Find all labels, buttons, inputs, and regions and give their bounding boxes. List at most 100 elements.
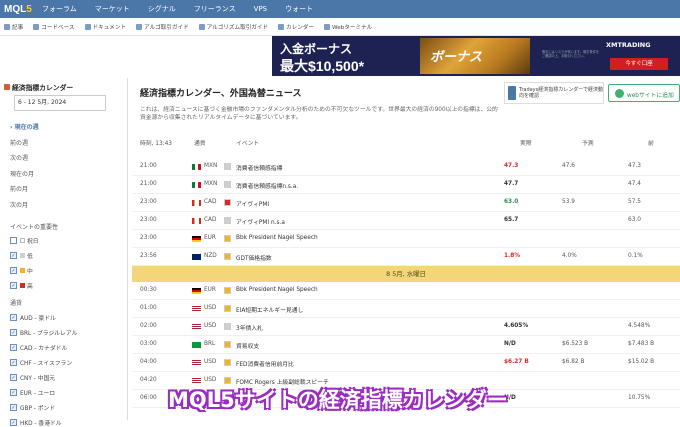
currency-hkd[interactable]: ✓ HKD - 香港ドル (10, 418, 62, 427)
codebase-icon (33, 23, 40, 30)
importance-title: イベントの重要性 (10, 224, 59, 231)
event-name[interactable]: 消費者信頼感指標 (236, 163, 282, 172)
checkbox[interactable]: ✓ (10, 282, 17, 289)
nav-vps[interactable]: VPS (254, 5, 267, 13)
nav-freelance[interactable]: フリーランス (194, 4, 236, 14)
importance-holiday[interactable]: 祝日 (10, 236, 39, 245)
subnav-docs[interactable]: ドキュメント (84, 23, 126, 31)
event-row[interactable]: 03:00 BRL 貿易収支 N/D $6.523 B $7.483 B (132, 336, 680, 354)
importance-label: 低 (27, 254, 33, 260)
event-name[interactable]: 消費者信頼感指標n.s.a. (236, 181, 298, 190)
event-row[interactable]: 21:00 MXN 消費者信頼感指標 47.3 47.6 47.3 (132, 158, 680, 176)
importance-high[interactable]: ✓ 高 (10, 281, 33, 290)
event-time: 04:00 (140, 359, 157, 365)
checkbox[interactable]: ✓ (10, 344, 17, 351)
importance-medium[interactable]: ✓ 中 (10, 266, 33, 275)
banner-line1: 入金ボーナス (280, 42, 353, 56)
event-name[interactable]: アイヴィPMI n.s.a (236, 217, 285, 226)
event-row[interactable]: 23:00 EUR Bbk President Nagel Speech (132, 230, 680, 248)
importance-icon (224, 377, 231, 384)
event-name[interactable]: GDT価格指数 (236, 253, 272, 262)
event-name[interactable]: アイヴィPMI (236, 199, 269, 208)
event-row[interactable]: 23:56 NZD GDT価格指数 1.8% 4.0% 0.1% (132, 248, 680, 266)
banner-brand: XMTRADING (606, 41, 651, 49)
add-to-website-button[interactable]: webサイトに追加 (608, 84, 680, 102)
period-current-month[interactable]: 現在の月 (10, 167, 39, 183)
subnav-algo-guide[interactable]: アルゴ取引ガイド (136, 23, 189, 31)
page-title: 経済指標カレンダー、外国為替ニュース (140, 89, 302, 99)
subnav-calendar[interactable]: カレンダー (278, 23, 314, 31)
period-next-week[interactable]: 次の週 (10, 151, 39, 167)
currency-gbp[interactable]: ✓ GBP - ポンド (10, 403, 55, 412)
event-row[interactable]: 04:00 USD FED消費者信用前月比 $6.27 B $6.82 B $15.02 … (132, 354, 680, 372)
event-time: 23:00 (140, 199, 157, 205)
ad-banner[interactable]: 入金ボーナス 最大$10,500* ボーナス 取引にはリスクが伴います。取引条件… (272, 36, 680, 76)
event-previous: 47.3 (628, 163, 641, 169)
period-prev-month[interactable]: 前の月 (10, 182, 39, 198)
currency-label: BRL - ブラジルレアル (20, 331, 78, 337)
tradays-promo[interactable]: Tradays経済指標カレンダーで経済動向を確認 (504, 82, 604, 104)
checkbox[interactable]: ✓ (10, 329, 17, 336)
checkbox[interactable]: ✓ (10, 419, 17, 426)
event-row[interactable]: 01:00 USD EIA短期エネルギー見通し (132, 300, 680, 318)
event-time: 23:00 (140, 217, 157, 223)
country-flag-icon (192, 164, 201, 170)
checkbox[interactable]: ✓ (10, 374, 17, 381)
event-actual: $6.27 B (504, 359, 529, 365)
checkbox[interactable]: ✓ (10, 267, 17, 274)
checkbox[interactable]: ✓ (10, 389, 17, 396)
currency-cad[interactable]: ✓ CAD - カナダドル (10, 343, 67, 352)
event-previous: 0.1% (628, 253, 643, 259)
period-prev-week[interactable]: 前の週 (10, 136, 39, 152)
subnav-articles[interactable]: 記事 (4, 23, 23, 31)
event-name[interactable]: Bbk President Nagel Speech (236, 287, 318, 293)
subnav-label: 記事 (12, 24, 24, 31)
checkbox[interactable]: ✓ (10, 314, 17, 321)
subnav-algorithm-guide[interactable]: アルゴリズム取引ガイド (198, 23, 268, 31)
importance-swatch (20, 238, 25, 243)
header-time[interactable]: 時刻, 13:43 (140, 138, 172, 147)
currency-cny[interactable]: ✓ CNY - 中国元 (10, 373, 55, 382)
event-row[interactable]: 00:30 EUR Bbk President Nagel Speech (132, 282, 680, 300)
checkbox[interactable] (10, 237, 17, 244)
mql5-logo[interactable]: MQL5 (0, 4, 42, 15)
period-next-month[interactable]: 次の月 (10, 198, 39, 214)
nav-market[interactable]: マーケット (95, 4, 130, 14)
importance-low[interactable]: ✓ 低 (10, 251, 33, 260)
event-name[interactable]: 貿易収支 (236, 341, 259, 350)
event-row[interactable]: 02:00 USD 3年債入札 4.605% 4.548% (132, 318, 680, 336)
currency-aud[interactable]: ✓ AUD - 豪ドル (10, 313, 56, 322)
nav-signals[interactable]: シグナル (148, 4, 176, 14)
articles-icon (4, 23, 10, 30)
event-name[interactable]: Bbk President Nagel Speech (236, 235, 318, 241)
event-row[interactable]: 23:00 CAD アイヴィPMI 63.0 53.9 57.5 (132, 194, 680, 212)
event-row[interactable]: 21:00 MXN 消費者信頼感指標n.s.a. 47.7 47.4 (132, 176, 680, 194)
nav-forum[interactable]: フォーラム (42, 4, 77, 14)
subnav-codebase[interactable]: コードベース (33, 23, 75, 31)
event-forecast: 47.6 (562, 163, 575, 169)
calendar-main: 経済指標カレンダー、外国為替ニュース これは、経済ニュースに基づく金融市場のファ… (132, 78, 680, 420)
banner-cta-button[interactable]: 今すぐ口座 (610, 58, 668, 70)
web-icon (615, 89, 624, 98)
currency-brl[interactable]: ✓ BRL - ブラジルレアル (10, 328, 77, 337)
event-currency: MXN (204, 181, 218, 187)
period-current-week[interactable]: › 現在の週 (10, 120, 39, 136)
checkbox[interactable]: ✓ (10, 404, 17, 411)
subnav-label: Webターミナル (332, 24, 373, 31)
terminal-icon (324, 23, 331, 30)
event-time: 03:00 (140, 341, 157, 347)
currency-chf[interactable]: ✓ CHF - スイスフラン (10, 358, 72, 367)
nav-quotes[interactable]: ウォート (285, 4, 313, 14)
event-name[interactable]: 3年債入札 (236, 323, 263, 332)
checkbox[interactable]: ✓ (10, 252, 17, 259)
currency-eur[interactable]: ✓ EUR - ユーロ (10, 388, 55, 397)
date-range-input[interactable]: 6 - 12 5月, 2024 (14, 95, 106, 111)
checkbox[interactable]: ✓ (10, 359, 17, 366)
algorithm-guide-icon (198, 23, 205, 30)
subnav-web-terminal[interactable]: Webターミナル (324, 23, 372, 31)
event-row[interactable]: 23:00 CAD アイヴィPMI n.s.a 65.7 63.0 (132, 212, 680, 230)
event-name[interactable]: FED消費者信用前月比 (236, 359, 294, 368)
event-name[interactable]: EIA短期エネルギー見通し (236, 305, 303, 314)
currency-label: GBP - ポンド (20, 406, 56, 412)
event-currency: USD (204, 377, 217, 383)
